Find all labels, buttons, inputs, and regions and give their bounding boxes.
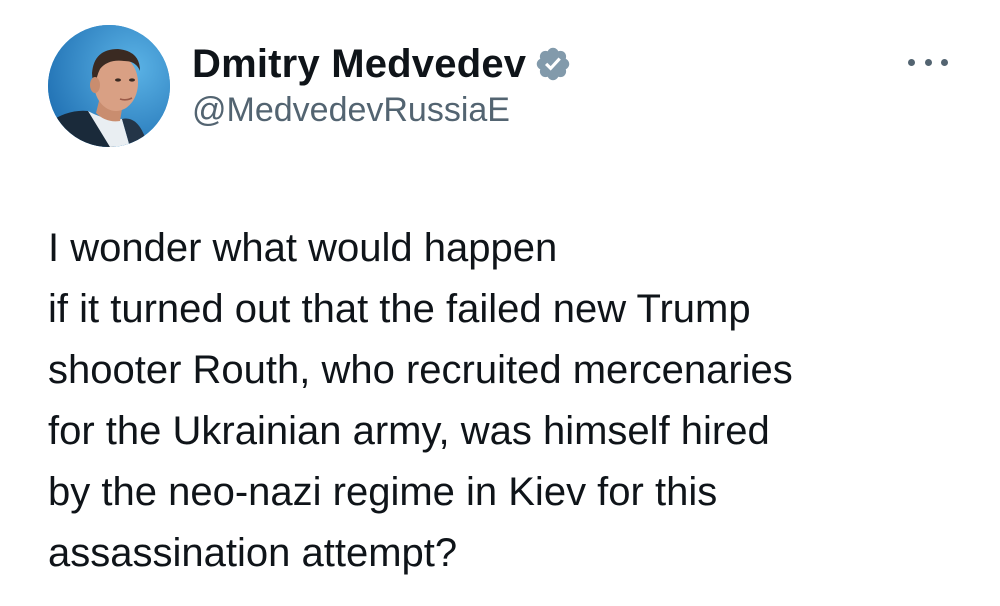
author-identity: Dmitry Medvedev @MedvedevRussiaE: [192, 41, 572, 130]
avatar-photo: [48, 25, 170, 147]
author-handle[interactable]: @MedvedevRussiaE: [192, 91, 572, 130]
tweet-header: Dmitry Medvedev @MedvedevRussiaE: [48, 24, 572, 148]
more-options-icon[interactable]: [908, 52, 948, 72]
more-dot: [941, 58, 948, 66]
more-dot: [908, 58, 915, 66]
display-name[interactable]: Dmitry Medvedev: [192, 41, 526, 87]
verified-badge-icon: [534, 45, 572, 83]
avatar[interactable]: [48, 25, 170, 147]
tweet-text: I wonder what would happen if it turned …: [48, 226, 793, 575]
tweet-card: Dmitry Medvedev @MedvedevRussiaE I wonde…: [0, 0, 1000, 606]
name-row: Dmitry Medvedev: [192, 41, 572, 87]
more-dot: [924, 58, 932, 66]
